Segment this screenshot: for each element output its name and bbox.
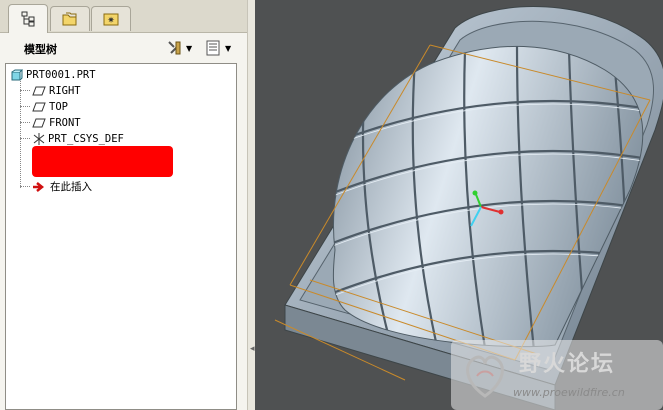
coordinate-system-icon (33, 132, 45, 145)
tree-root-label: PRT0001.PRT (26, 68, 96, 81)
model-tree-icon (21, 11, 35, 27)
forum-logo-icon (466, 355, 504, 398)
redacted-feature (32, 146, 173, 177)
tree-connector (20, 138, 30, 139)
tree-item-csys[interactable]: PRT_CSYS_DEF (32, 131, 124, 146)
show-dropdown-button[interactable]: ▼ (205, 38, 231, 58)
datum-plane-icon (32, 86, 46, 95)
tree-connector (20, 106, 30, 107)
datum-plane-icon (32, 102, 46, 111)
chevron-down-icon: ▼ (186, 43, 193, 53)
settings-tools-icon (168, 41, 181, 55)
tree-connector (20, 78, 21, 188)
chevron-down-icon: ▼ (225, 43, 232, 53)
tab-favorites[interactable]: ✷ (91, 6, 131, 31)
dome-body (332, 45, 644, 348)
tree-item-label: PRT_CSYS_DEF (48, 132, 124, 145)
tree-item-label: FRONT (49, 116, 81, 129)
insert-here-label: 在此插入 (50, 181, 92, 193)
tree-connector (20, 186, 30, 187)
favorites-icon: ✷ (103, 13, 119, 26)
watermark-url: www.proewildfire.cn (513, 386, 625, 399)
tab-model-tree[interactable] (8, 4, 48, 33)
insert-here-item[interactable]: 在此插入 (32, 179, 92, 194)
model-tree: PRT0001.PRT RIGHT TOP FRONT PRT_CSYS_DEF… (5, 63, 237, 410)
tree-root-item[interactable]: PRT0001.PRT (11, 67, 96, 82)
graphics-viewport[interactable]: 野火论坛 www.proewildfire.cn (255, 0, 663, 410)
part-icon (11, 69, 23, 80)
watermark-title: 野火论坛 (519, 352, 616, 377)
tree-connector (20, 90, 30, 91)
svg-text:✷: ✷ (107, 16, 115, 26)
settings-dropdown-button[interactable]: ▼ (166, 38, 192, 58)
datum-plane-icon (32, 118, 46, 127)
navigator-tab-bar: ✷ (0, 0, 247, 33)
tree-item-label: RIGHT (49, 84, 81, 97)
tree-item-right[interactable]: RIGHT (32, 83, 81, 98)
tree-connector (20, 122, 30, 123)
tree-item-front[interactable]: FRONT (32, 115, 81, 130)
splitter-grip-icon: ◂ (250, 344, 255, 354)
tree-item-top[interactable]: TOP (32, 99, 68, 114)
watermark: 野火论坛 www.proewildfire.cn (451, 340, 663, 410)
tree-item-label: TOP (49, 100, 68, 113)
tab-folder-browser[interactable] (50, 6, 90, 31)
show-list-icon (206, 40, 220, 56)
model-tree-panel: ✷ 模型树 ▼ ▼ PRT0001.PRT RIGHT TOP FRONT PR… (0, 0, 247, 410)
folder-browser-icon (62, 12, 77, 26)
panel-title: 模型树 (24, 43, 57, 56)
insert-arrow-icon (33, 181, 45, 192)
